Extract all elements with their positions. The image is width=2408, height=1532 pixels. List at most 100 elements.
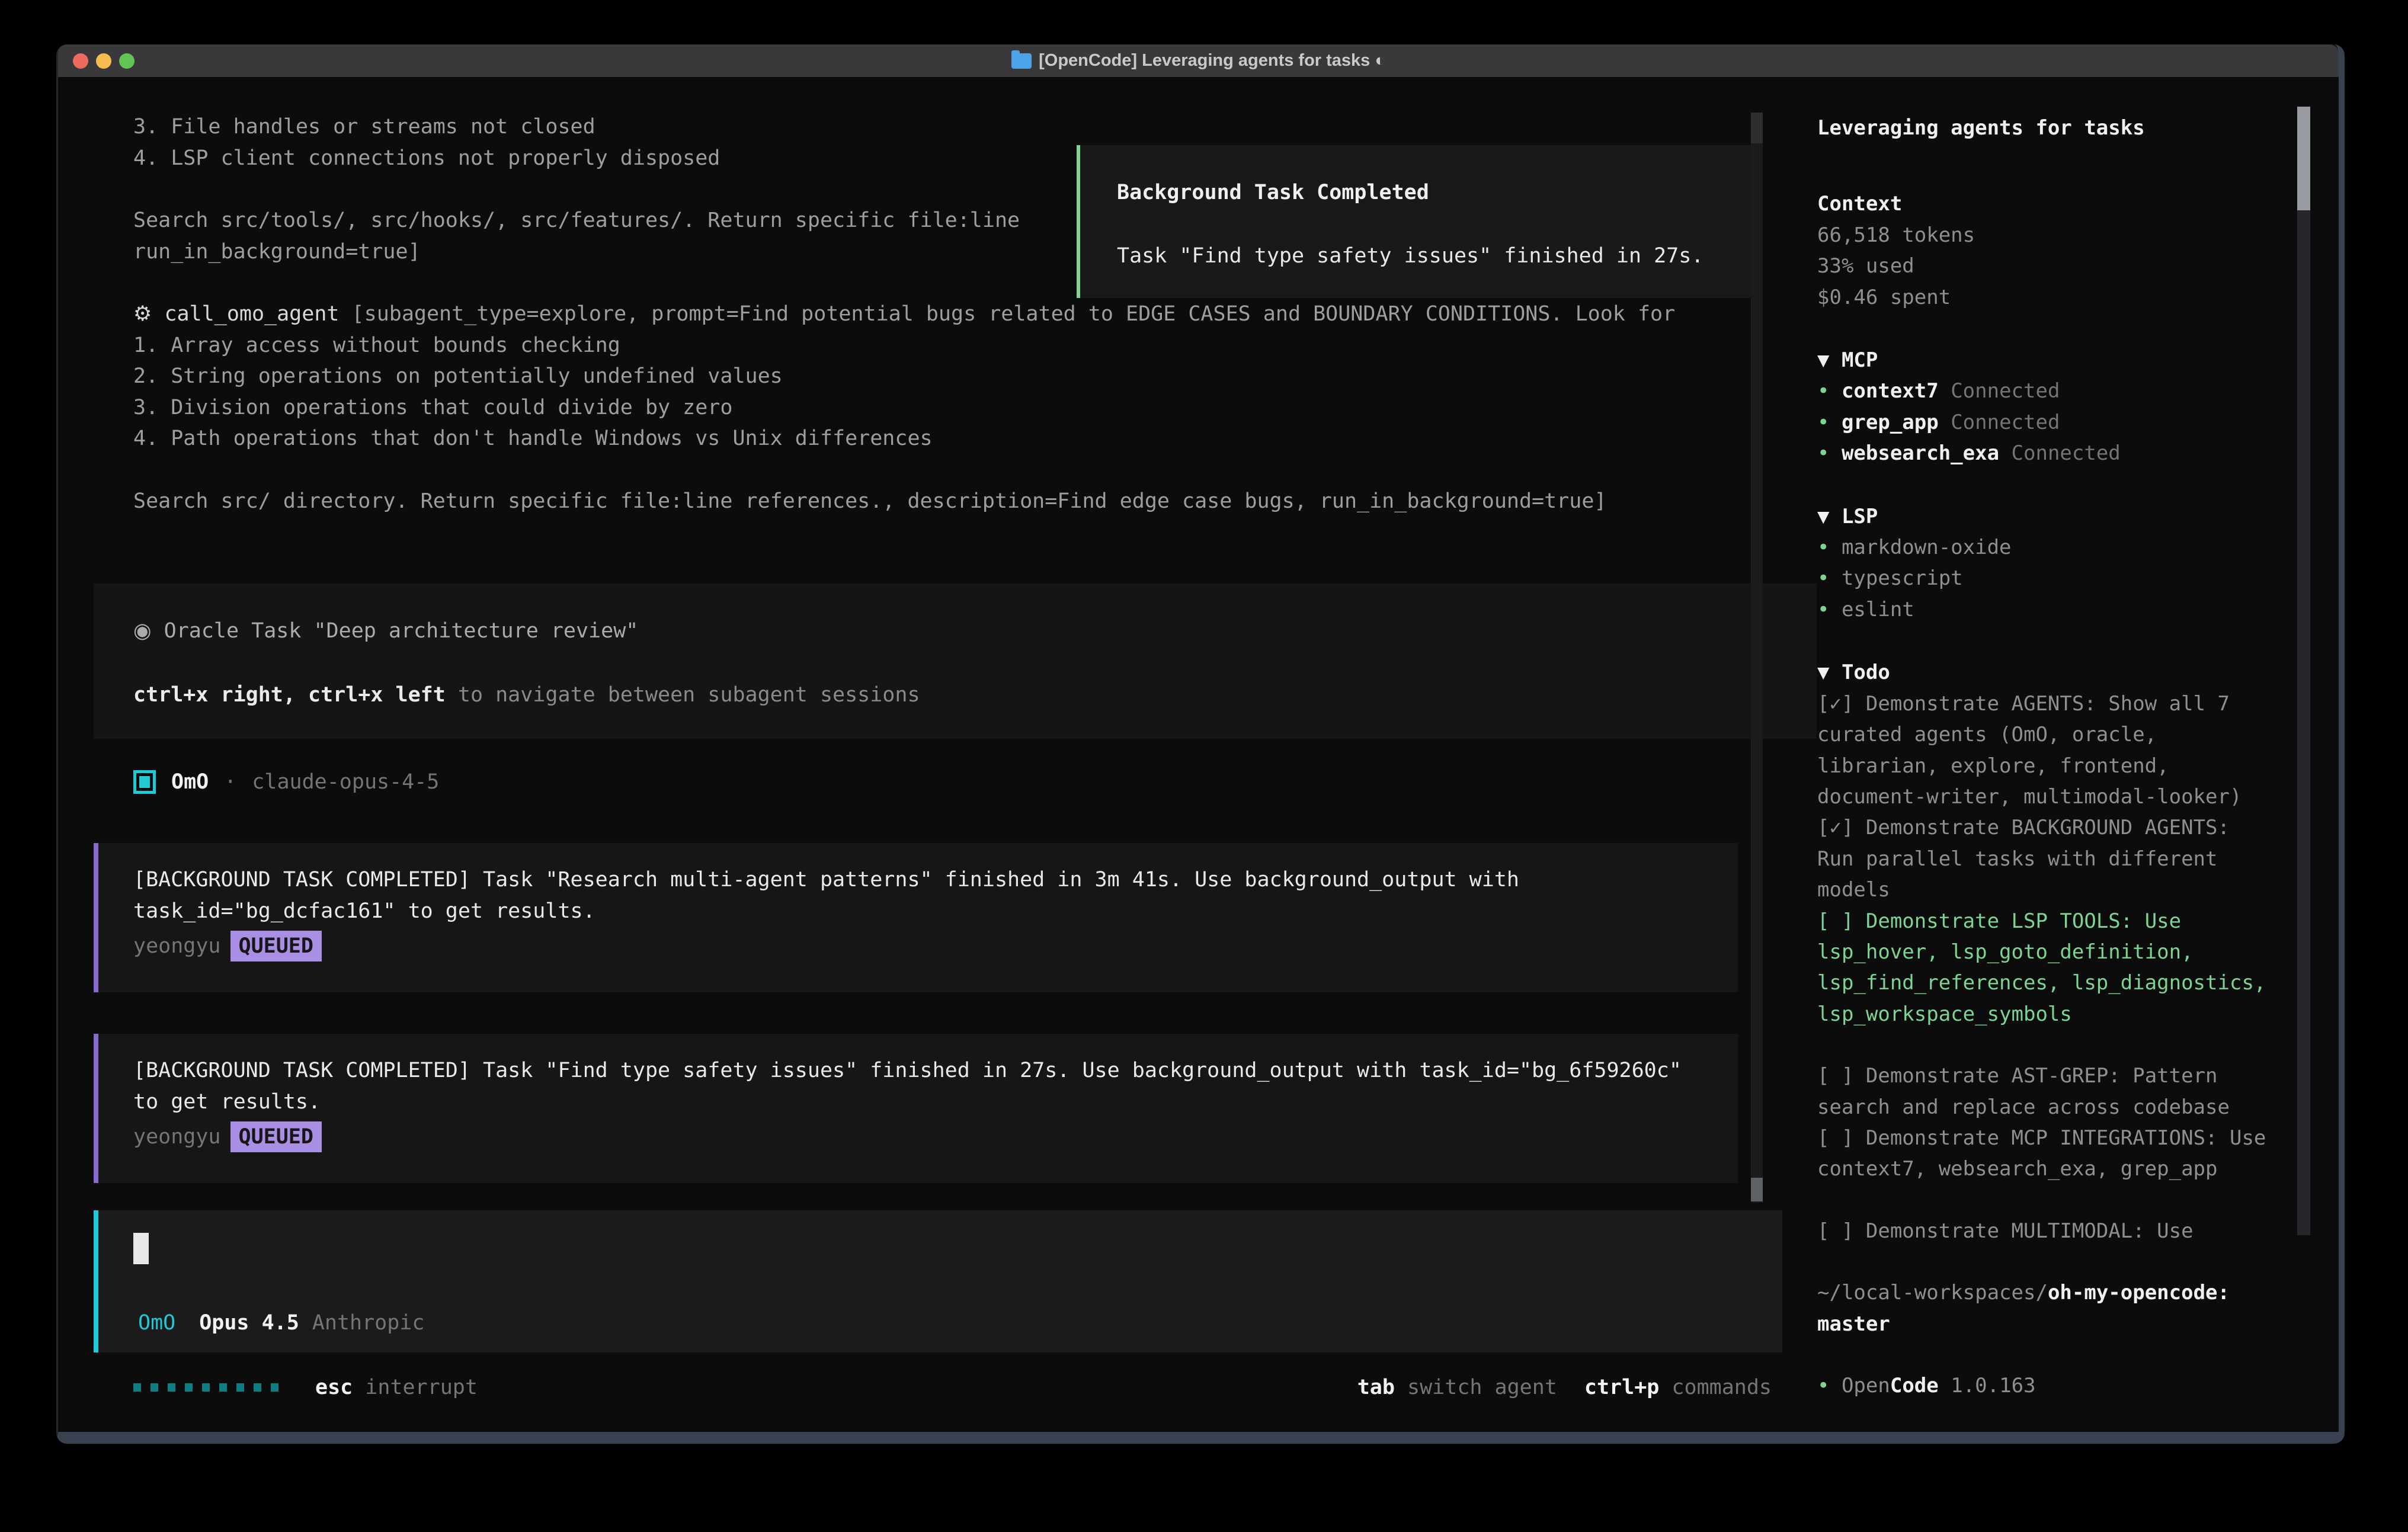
opencode-window: [OpenCode] Leveraging agents for tasks ◐… [56, 44, 2345, 1444]
todo-item: [ ] Demonstrate AST-GREP: Pattern search… [1817, 1060, 2273, 1123]
hint-keys: ctrl+x right, ctrl+x left [133, 683, 446, 707]
agent-model: claude-opus-4-5 [252, 770, 439, 794]
close-window-icon[interactable] [73, 53, 88, 69]
text-cursor [133, 1233, 149, 1264]
lsp-item: • typescript [1817, 563, 2273, 594]
queued-status-badge: QUEUED [230, 931, 322, 961]
window-titlebar: [OpenCode] Leveraging agents for tasks ◐ [58, 44, 2339, 77]
subagent-nav-hint: ctrl+x right, ctrl+x left to navigate be… [133, 680, 1817, 711]
output-line: 3. File handles or streams not closed [133, 115, 595, 139]
context-tokens: 66,518 tokens [1817, 220, 2273, 251]
mcp-section-header[interactable]: ▼ MCP [1817, 345, 2273, 376]
green-dot-icon: • [1817, 598, 1842, 621]
mcp-item: • websearch_exa Connected [1817, 438, 2273, 469]
agent-name: OmO [171, 770, 209, 794]
status-bar: esc interrupt tab switch agent ctrl+p co… [133, 1372, 1772, 1403]
context-heading: Context [1817, 188, 2273, 219]
agent-session-line[interactable]: OmO · claude-opus-4-5 [133, 770, 439, 794]
separator-dot: · [224, 770, 236, 794]
output-line: 4. LSP client connections not properly d… [133, 146, 720, 170]
todo-item: [ ] Demonstrate MCP INTEGRATIONS: Use co… [1817, 1123, 2273, 1185]
window-title: [OpenCode] Leveraging agents for tasks ◐ [1039, 51, 1385, 70]
output-line: Search src/tools/, src/hooks/, src/featu… [133, 209, 1020, 232]
scrollbar-segment[interactable] [1751, 113, 1763, 143]
traffic-lights [73, 44, 135, 77]
todo-item: [✓] Demonstrate BACKGROUND AGENTS: Run p… [1817, 812, 2273, 905]
todo-item: [✓] Demonstrate AGENTS: Show all 7 curat… [1817, 688, 2273, 813]
status-right: tab switch agent ctrl+p commands [1357, 1372, 1772, 1403]
prompt-input[interactable]: OmO Opus 4.5 Anthropic [94, 1210, 1782, 1352]
tool-args: [subagent_type=explore, prompt=Find pote… [133, 302, 1675, 450]
input-meta-row: OmO Opus 4.5 Anthropic [138, 1311, 424, 1335]
session-sidebar: Leveraging agents for tasks Context 66,5… [1817, 113, 2273, 1401]
context-spent: $0.46 spent [1817, 282, 2273, 313]
input-model: Opus 4.5 [199, 1311, 299, 1335]
hint-text: to navigate between subagent sessions [446, 683, 920, 707]
background-task-toast: Background Task Completed Task "Find typ… [1077, 145, 1758, 298]
queued-status-badge: QUEUED [230, 1121, 322, 1152]
folder-icon [1011, 53, 1032, 69]
opencode-version: • OpenCode 1.0.163 [1817, 1370, 2273, 1401]
background-task-message: [BACKGROUND TASK COMPLETED] Task "Find t… [94, 1034, 1738, 1183]
input-provider: Anthropic [312, 1311, 425, 1335]
tool-name: call_omo_agent [164, 302, 339, 326]
tab-shortcut[interactable]: tab switch agent [1357, 1372, 1557, 1403]
todo-section-header[interactable]: ▼ Todo [1817, 657, 2273, 688]
context-used: 33% used [1817, 251, 2273, 281]
spinner-dots-icon [133, 1383, 278, 1392]
lsp-item: • eslint [1817, 594, 2273, 625]
task-meta-row: yeongyu QUEUED [133, 1121, 1702, 1153]
mcp-item: • grep_app Connected [1817, 407, 2273, 438]
toast-body: Task "Find type safety issues" finished … [1117, 241, 1754, 271]
task-user: yeongyu [133, 931, 221, 962]
gear-icon: ⚙ [133, 302, 152, 326]
lsp-section-header[interactable]: ▼ LSP [1817, 501, 2273, 532]
commands-shortcut[interactable]: ctrl+p commands [1584, 1372, 1772, 1403]
green-dot-icon: • [1817, 536, 1842, 559]
agent-square-icon [133, 770, 156, 794]
oracle-task-line: ◉ Oracle Task "Deep architecture review" [133, 616, 1817, 647]
green-dot-icon: • [1817, 566, 1842, 590]
task-message-text: [BACKGROUND TASK COMPLETED] Task "Resear… [133, 864, 1702, 927]
oracle-task-panel: ◉ Oracle Task "Deep architecture review"… [94, 584, 1817, 739]
toast-title: Background Task Completed [1117, 177, 1754, 208]
minimize-window-icon[interactable] [96, 53, 111, 69]
workspace-path: ~/local-workspaces/oh-my-opencode:master [1817, 1277, 2273, 1339]
sidebar-scrollbar[interactable] [2297, 107, 2310, 1235]
screen: [OpenCode] Leveraging agents for tasks ◐… [0, 0, 2408, 1532]
lsp-item: • markdown-oxide [1817, 532, 2273, 563]
scrollbar-thumb[interactable] [1751, 1178, 1763, 1201]
todo-checkbox: [ ] [1817, 1126, 1866, 1150]
green-dot-icon: • [1817, 411, 1842, 434]
output-line: run_in_background=true] [133, 240, 421, 264]
terminal-content: 3. File handles or streams not closed 4. … [58, 77, 2339, 1432]
session-title: Leveraging agents for tasks [1817, 113, 2273, 143]
terminal-output-search1: Search src/tools/, src/hooks/, src/featu… [133, 205, 1020, 267]
todo-item: [ ] Demonstrate MULTIMODAL: Use [1817, 1216, 2273, 1246]
output-line: Search src/ directory. Return specific f… [133, 489, 1606, 513]
todo-checkbox: [✓] [1817, 816, 1866, 839]
esc-shortcut[interactable]: esc interrupt [315, 1372, 478, 1403]
window-title-group: [OpenCode] Leveraging agents for tasks ◐ [58, 51, 2339, 70]
green-dot-icon: • [1817, 441, 1842, 465]
todo-checkbox: [ ] [1817, 1219, 1866, 1243]
record-icon: ◉ [133, 619, 152, 643]
task-user: yeongyu [133, 1121, 221, 1153]
zoom-window-icon[interactable] [119, 53, 135, 69]
terminal-tool-call: ⚙ call_omo_agent [subagent_type=explore,… [133, 299, 1739, 454]
input-agent: OmO [138, 1311, 175, 1335]
todo-checkbox: [ ] [1817, 1064, 1866, 1088]
background-task-message: [BACKGROUND TASK COMPLETED] Task "Resear… [94, 843, 1738, 992]
task-meta-row: yeongyu QUEUED [133, 931, 1702, 962]
todo-item-active: [ ] Demonstrate LSP TOOLS: Use lsp_hover… [1817, 906, 2273, 1030]
mcp-item: • context7 Connected [1817, 376, 2273, 406]
todo-checkbox: [ ] [1817, 909, 1866, 933]
status-left: esc interrupt [133, 1372, 478, 1403]
main-scrollbar[interactable] [1751, 113, 1763, 1203]
todo-checkbox: [✓] [1817, 692, 1866, 716]
green-dot-icon: • [1817, 1374, 1842, 1398]
terminal-output-search2: Search src/ directory. Return specific f… [133, 486, 1739, 517]
scrollbar-thumb[interactable] [2297, 107, 2310, 210]
task-message-text: [BACKGROUND TASK COMPLETED] Task "Find t… [133, 1055, 1702, 1117]
oracle-task-label: Oracle Task "Deep architecture review" [152, 619, 639, 643]
